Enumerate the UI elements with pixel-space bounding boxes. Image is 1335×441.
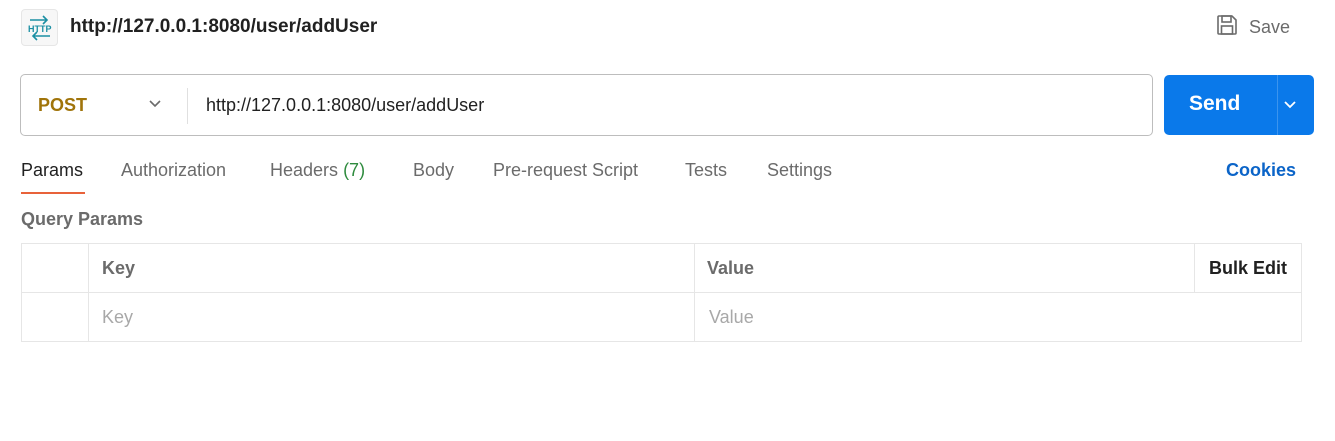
value-header-label: Value — [707, 257, 755, 278]
key-placeholder: Key — [102, 306, 134, 327]
tab-body[interactable]: Body — [413, 160, 454, 181]
cookies-link[interactable]: Cookies — [1226, 160, 1296, 181]
send-divider — [1277, 75, 1278, 135]
query-params-title: Query Params — [21, 209, 144, 229]
active-tab-indicator — [21, 192, 85, 194]
request-title[interactable]: http://127.0.0.1:8080/user/addUser — [70, 16, 377, 38]
request-tabs: Params Authorization Headers (7) Body Pr… — [0, 150, 1335, 196]
row-checkbox-cell — [22, 293, 89, 341]
svg-text:HTTP: HTTP — [28, 24, 52, 34]
send-label: Send — [1189, 92, 1241, 115]
tab-params[interactable]: Params — [21, 160, 83, 181]
tab-pre-request-script[interactable]: Pre-request Script — [493, 160, 638, 181]
key-input[interactable]: Key — [89, 293, 695, 341]
query-params-table: Key Value Bulk Edit Key Value — [21, 243, 1302, 342]
value-input[interactable]: Value — [695, 293, 1301, 341]
bulk-edit-button[interactable]: Bulk Edit — [1195, 244, 1301, 292]
checkbox-column-header — [22, 244, 89, 292]
url-bar: POST http://127.0.0.1:8080/user/addUser — [20, 74, 1153, 136]
tab-headers[interactable]: Headers (7) — [270, 160, 365, 181]
key-column-header: Key — [89, 244, 695, 292]
http-icon: HTTP — [21, 9, 58, 46]
tab-tests[interactable]: Tests — [685, 160, 727, 181]
save-label: Save — [1249, 16, 1291, 37]
tab-authorization[interactable]: Authorization — [121, 160, 226, 181]
headers-count: (7) — [343, 160, 366, 180]
save-icon — [1216, 14, 1238, 41]
method-label: POST — [38, 94, 88, 115]
method-select[interactable]: POST — [21, 75, 187, 135]
chevron-down-icon[interactable] — [1282, 97, 1298, 118]
value-placeholder: Value — [709, 306, 754, 327]
tab-settings[interactable]: Settings — [767, 160, 832, 181]
url-input[interactable]: http://127.0.0.1:8080/user/addUser — [188, 75, 1148, 135]
table-row: Key Value — [22, 293, 1301, 341]
table-header-row: Key Value Bulk Edit — [22, 244, 1301, 293]
key-header-label: Key — [102, 257, 136, 278]
send-button[interactable]: Send — [1164, 75, 1314, 135]
request-header: HTTP http://127.0.0.1:8080/user/addUser … — [0, 0, 1335, 56]
save-button[interactable]: Save — [1210, 11, 1300, 43]
request-page: HTTP http://127.0.0.1:8080/user/addUser … — [0, 0, 1335, 441]
tab-headers-label: Headers — [270, 160, 339, 180]
chevron-down-icon — [148, 97, 162, 116]
value-column-header: Value — [695, 244, 1195, 292]
